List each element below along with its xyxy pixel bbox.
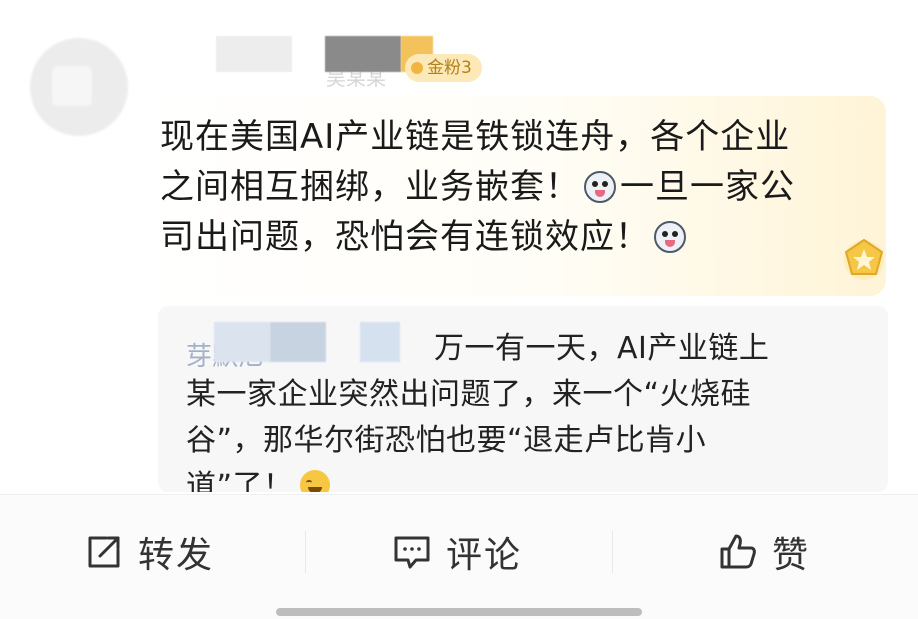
reply-text-segment: 道”了！ [186, 469, 294, 492]
name-blur-mask [216, 36, 292, 72]
home-indicator[interactable] [276, 608, 642, 616]
comment-text-segment: 司出问题，恐怕会有连锁效应！ [160, 217, 650, 257]
forward-label: 转发 [138, 535, 215, 576]
comment-text-segment: 一旦一家公 [620, 167, 795, 207]
reply-line: 道”了！ [186, 464, 846, 492]
divider [305, 531, 306, 573]
share-icon [88, 536, 120, 568]
comment-label: 评论 [446, 535, 523, 576]
grin-emoji-icon [299, 470, 330, 492]
comment-text: 现在美国AI产业链是铁锁连舟，各个企业 之间相互捆绑，业务嵌套！ 一旦一家公 司出… [160, 112, 860, 262]
username[interactable]: 吴某某 [326, 62, 386, 91]
avatar[interactable] [30, 38, 128, 136]
fan-level-badge: 金粉3 [405, 54, 482, 82]
reply-text: 万一有一天，AI产业链上 某一家企业突然出问题了，来一个“火烧硅 谷”，那华尔街… [186, 326, 846, 492]
like-label: 赞 [772, 535, 811, 576]
reply-line: 谷”，那华尔街恐怕也要“退走卢比肯小 [186, 423, 707, 458]
thumbs-up-icon [720, 534, 756, 569]
reply-text-segment: 万一有一天，AI产业链上 [434, 331, 770, 366]
like-button[interactable]: 赞 [718, 527, 810, 577]
dog-face-emoji-icon [654, 221, 686, 253]
dog-face-emoji-icon [584, 171, 616, 203]
divider [612, 531, 613, 573]
comment-line: 司出问题，恐怕会有连锁效应！ [160, 212, 860, 262]
reply-box[interactable]: 芽默尼 万一有一天，AI产业链上 某一家企业突然出问题了，来一个“火烧硅 谷”，… [158, 306, 888, 492]
comment-button[interactable]: 评论 [392, 527, 522, 577]
comment-line: 之间相互捆绑，业务嵌套！ 一旦一家公 [160, 162, 860, 212]
comment-text-segment: 之间相互捆绑，业务嵌套！ [160, 167, 580, 207]
action-bar: 转发 评论 赞 [0, 494, 918, 619]
comment-bubble-icon [394, 536, 430, 569]
forward-button[interactable]: 转发 [84, 527, 214, 577]
star-badge-icon [844, 238, 884, 280]
reply-line: 万一有一天，AI产业链上 [186, 326, 846, 372]
reply-line: 某一家企业突然出问题了，来一个“火烧硅 [186, 377, 752, 412]
comment-line: 现在美国AI产业链是铁锁连舟，各个企业 [160, 117, 791, 157]
